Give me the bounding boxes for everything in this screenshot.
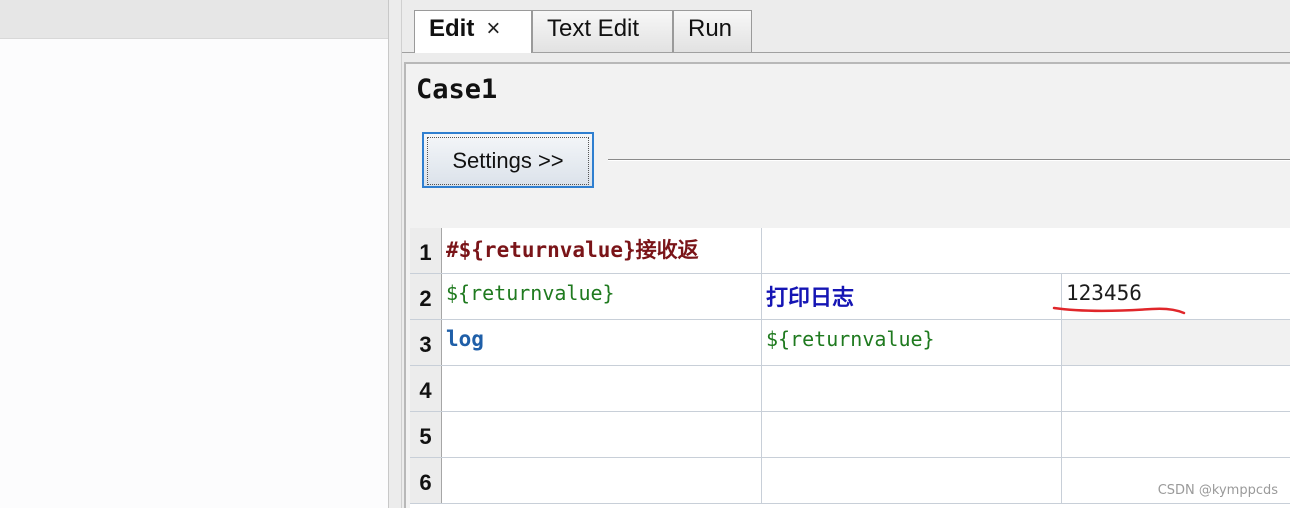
settings-separator bbox=[608, 159, 1290, 161]
keyword-text: log bbox=[446, 327, 484, 351]
test-tree-panel bbox=[0, 0, 388, 508]
grid-cell[interactable]: 打印日志 bbox=[762, 274, 1062, 319]
test-case-editor: Case1 Settings >> 1 #${returnvalue}接收返 2… bbox=[404, 62, 1290, 510]
row-number[interactable]: 6 bbox=[410, 458, 442, 503]
row-number[interactable]: 4 bbox=[410, 366, 442, 411]
table-row: 3 log ${returnvalue} bbox=[410, 320, 1290, 366]
editor-area: Edit × Text Edit Run Case1 Settings >> 1 … bbox=[402, 0, 1290, 510]
grid-cell[interactable] bbox=[762, 412, 1062, 457]
grid-cell[interactable]: ${returnvalue} bbox=[442, 274, 762, 319]
panel-splitter[interactable] bbox=[388, 0, 402, 508]
tab-run-label: Run bbox=[688, 15, 733, 42]
grid-cell[interactable] bbox=[1062, 412, 1290, 457]
settings-button[interactable]: Settings >> bbox=[422, 132, 594, 188]
keyword-text: 打印日志 bbox=[766, 286, 855, 311]
close-icon[interactable]: × bbox=[486, 15, 500, 42]
grid-cell[interactable] bbox=[442, 458, 762, 503]
variable-text: ${returnvalue} bbox=[766, 327, 935, 351]
watermark: CSDN @kymppcds bbox=[1157, 483, 1278, 498]
settings-button-label: Settings >> bbox=[427, 137, 589, 185]
case-title: Case1 bbox=[416, 74, 498, 105]
tab-bar: Edit × Text Edit Run bbox=[402, 0, 1290, 53]
table-row: 5 bbox=[410, 412, 1290, 458]
keyword-grid: 1 #${returnvalue}接收返 2 ${returnvalue} 打印… bbox=[410, 228, 1290, 510]
tab-text-edit[interactable]: Text Edit bbox=[532, 10, 673, 52]
row-number[interactable]: 3 bbox=[410, 320, 442, 365]
row-number[interactable]: 1 bbox=[410, 228, 442, 273]
comment-text: #${returnvalue}接收返 bbox=[446, 238, 699, 262]
tab-text-edit-label: Text Edit bbox=[547, 15, 640, 42]
tree-panel-header bbox=[0, 0, 388, 39]
grid-cell[interactable] bbox=[762, 366, 1062, 411]
tab-edit[interactable]: Edit × bbox=[414, 10, 532, 53]
grid-cell[interactable] bbox=[1062, 366, 1290, 411]
grid-cell[interactable]: log bbox=[442, 320, 762, 365]
tab-edit-label: Edit bbox=[429, 15, 475, 42]
grid-cell[interactable]: ${returnvalue} bbox=[762, 320, 1062, 365]
table-row: 1 #${returnvalue}接收返 bbox=[410, 228, 1290, 274]
grid-cell[interactable]: #${returnvalue}接收返 bbox=[442, 228, 762, 273]
table-row: 4 bbox=[410, 366, 1290, 412]
tab-run[interactable]: Run bbox=[673, 10, 752, 52]
row-number[interactable]: 2 bbox=[410, 274, 442, 319]
grid-cell[interactable] bbox=[1062, 320, 1290, 365]
grid-cell[interactable] bbox=[442, 412, 762, 457]
row-number[interactable]: 5 bbox=[410, 412, 442, 457]
red-underline-annotation bbox=[1052, 306, 1186, 315]
variable-text: ${returnvalue} bbox=[446, 281, 615, 305]
grid-cell[interactable] bbox=[1062, 228, 1290, 273]
grid-cell[interactable] bbox=[762, 458, 1062, 503]
grid-cell[interactable] bbox=[442, 366, 762, 411]
